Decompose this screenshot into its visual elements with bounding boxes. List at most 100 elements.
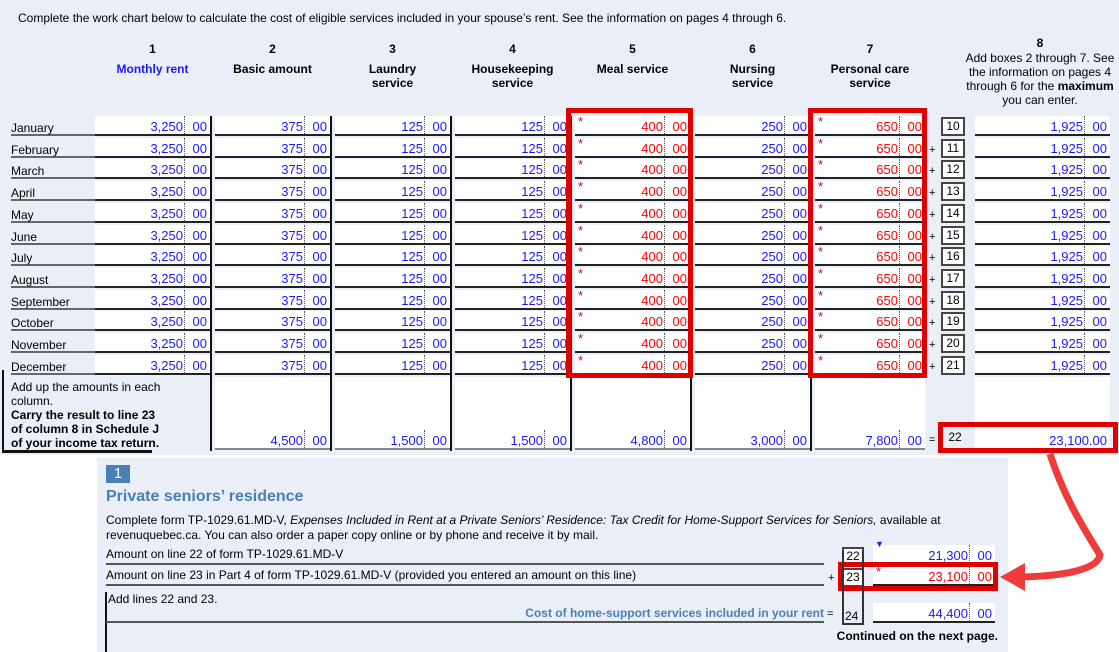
- total-field[interactable]: 4,800 00: [575, 430, 690, 450]
- amount-field[interactable]: 125 00: [455, 289, 570, 310]
- col8-amount-field[interactable]: 1,925 00: [975, 202, 1110, 223]
- amount-field[interactable]: 250 00: [695, 333, 810, 353]
- total-field[interactable]: 4,500 00: [215, 430, 330, 450]
- amount-field[interactable]: * 650 00: [815, 288, 925, 310]
- amount-field[interactable]: * 400 00: [575, 136, 690, 158]
- amount-field[interactable]: 3,250 00: [95, 224, 210, 245]
- amount-field[interactable]: 125 00: [335, 137, 450, 158]
- amount-field[interactable]: 125 00: [335, 181, 450, 202]
- total-field[interactable]: 1,500 00: [335, 430, 450, 450]
- amount-field[interactable]: 125 00: [455, 137, 570, 158]
- col8-amount-field[interactable]: 1,925 00: [975, 333, 1110, 353]
- col8-amount-field[interactable]: 1,925 00: [975, 137, 1110, 158]
- amount-field[interactable]: 125 00: [335, 333, 450, 353]
- amount-field[interactable]: * 400 00: [575, 266, 690, 288]
- amount-field[interactable]: 375 00: [215, 267, 330, 288]
- amount-field[interactable]: * 400 00: [575, 114, 690, 136]
- amount-field[interactable]: 250 00: [695, 202, 810, 223]
- amount-field[interactable]: 375 00: [215, 289, 330, 310]
- amount-field[interactable]: 3,250 00: [95, 267, 210, 288]
- amount-field[interactable]: 125 00: [455, 159, 570, 180]
- amount-field[interactable]: * 650 00: [815, 309, 925, 332]
- amount-field[interactable]: 250 00: [695, 181, 810, 202]
- col8-amount-field[interactable]: 1,925 00: [975, 224, 1110, 245]
- amount-field[interactable]: 125 00: [455, 224, 570, 245]
- amount-field[interactable]: 250 00: [695, 267, 810, 288]
- amount-field[interactable]: * 650 00: [815, 266, 925, 288]
- amount-field[interactable]: * 650 00: [815, 136, 925, 158]
- col8-amount-field[interactable]: 1,925 00: [975, 159, 1110, 180]
- amount-field[interactable]: * 400 00: [575, 179, 690, 202]
- amount-field[interactable]: * 650 00: [815, 114, 925, 136]
- amount-field[interactable]: 375 00: [215, 116, 330, 136]
- amount-field[interactable]: 125 00: [335, 202, 450, 223]
- amount-field[interactable]: 3,250 00: [95, 116, 210, 136]
- amount-field[interactable]: 3,250 00: [95, 354, 210, 375]
- amount-field[interactable]: 125 00: [335, 224, 450, 245]
- amount-field[interactable]: * 650 00: [815, 331, 925, 353]
- amount-field[interactable]: 3,250 00: [95, 333, 210, 353]
- amount-field[interactable]: 3,250 00: [95, 159, 210, 180]
- amount-field[interactable]: 125 00: [455, 333, 570, 353]
- amount-field[interactable]: 250 00: [695, 289, 810, 310]
- amount-field[interactable]: * 400 00: [575, 309, 690, 332]
- amount-field[interactable]: 3,250 00: [95, 311, 210, 332]
- amount-field[interactable]: 250 00: [695, 311, 810, 332]
- amount-field[interactable]: 125 00: [335, 116, 450, 136]
- amount-field[interactable]: 375 00: [215, 333, 330, 353]
- amount-field[interactable]: * 650 00: [815, 157, 925, 180]
- amount-field[interactable]: 125 00: [455, 267, 570, 288]
- amount-field[interactable]: 125 00: [455, 354, 570, 375]
- amount-field[interactable]: * 400 00: [575, 157, 690, 180]
- col8-amount-field[interactable]: 1,925 00: [975, 246, 1110, 267]
- amount-field[interactable]: 125 00: [335, 267, 450, 288]
- amount-field[interactable]: * 650 00: [815, 353, 925, 375]
- line-24-field[interactable]: 44,400 00: [873, 603, 995, 623]
- amount-field[interactable]: 3,250 00: [95, 137, 210, 158]
- amount-field[interactable]: * 400 00: [575, 223, 690, 245]
- amount-field[interactable]: 3,250 00: [95, 289, 210, 310]
- total-field[interactable]: 1,500 00: [455, 430, 570, 450]
- amount-field[interactable]: 250 00: [695, 246, 810, 267]
- amount-field[interactable]: 125 00: [335, 246, 450, 267]
- amount-field[interactable]: 125 00: [455, 116, 570, 136]
- amount-field[interactable]: * 400 00: [575, 201, 690, 223]
- amount-field[interactable]: * 400 00: [575, 244, 690, 267]
- amount-field[interactable]: * 400 00: [575, 288, 690, 310]
- amount-field[interactable]: 375 00: [215, 246, 330, 267]
- amount-field[interactable]: 375 00: [215, 224, 330, 245]
- amount-field[interactable]: 375 00: [215, 354, 330, 375]
- amount-field[interactable]: * 400 00: [575, 331, 690, 353]
- total-field[interactable]: 3,000 00: [695, 430, 810, 450]
- amount-field[interactable]: * 400 00: [575, 353, 690, 375]
- col8-amount-field[interactable]: 1,925 00: [975, 181, 1110, 202]
- amount-field[interactable]: 250 00: [695, 354, 810, 375]
- line-22-field[interactable]: 23,100.00: [975, 430, 1110, 450]
- amount-field[interactable]: 125 00: [455, 246, 570, 267]
- amount-field[interactable]: 250 00: [695, 159, 810, 180]
- total-field[interactable]: 7,800 00: [815, 430, 925, 450]
- amount-field[interactable]: 125 00: [455, 202, 570, 223]
- col8-amount-field[interactable]: 1,925 00: [975, 311, 1110, 332]
- amount-field[interactable]: * 650 00: [815, 179, 925, 202]
- amount-field[interactable]: 125 00: [455, 181, 570, 202]
- amount-field[interactable]: 125 00: [335, 289, 450, 310]
- amount-field[interactable]: 125 00: [335, 311, 450, 332]
- amount-field[interactable]: * 650 00: [815, 244, 925, 267]
- amount-field[interactable]: 125 00: [455, 311, 570, 332]
- line-22-field[interactable]: ▼ 21,300 00: [873, 539, 995, 565]
- amount-field[interactable]: * 650 00: [815, 201, 925, 223]
- amount-field[interactable]: 250 00: [695, 224, 810, 245]
- amount-field[interactable]: 375 00: [215, 159, 330, 180]
- amount-field[interactable]: 125 00: [335, 354, 450, 375]
- amount-field[interactable]: 375 00: [215, 202, 330, 223]
- amount-field[interactable]: 375 00: [215, 137, 330, 158]
- line-23-field[interactable]: * 23,100 00: [873, 564, 995, 586]
- amount-field[interactable]: 3,250 00: [95, 246, 210, 267]
- amount-field[interactable]: 250 00: [695, 116, 810, 136]
- amount-field[interactable]: 3,250 00: [95, 181, 210, 202]
- col8-amount-field[interactable]: 1,925 00: [975, 354, 1110, 375]
- amount-field[interactable]: 125 00: [335, 159, 450, 180]
- amount-field[interactable]: 3,250 00: [95, 202, 210, 223]
- col8-amount-field[interactable]: 1,925 00: [975, 289, 1110, 310]
